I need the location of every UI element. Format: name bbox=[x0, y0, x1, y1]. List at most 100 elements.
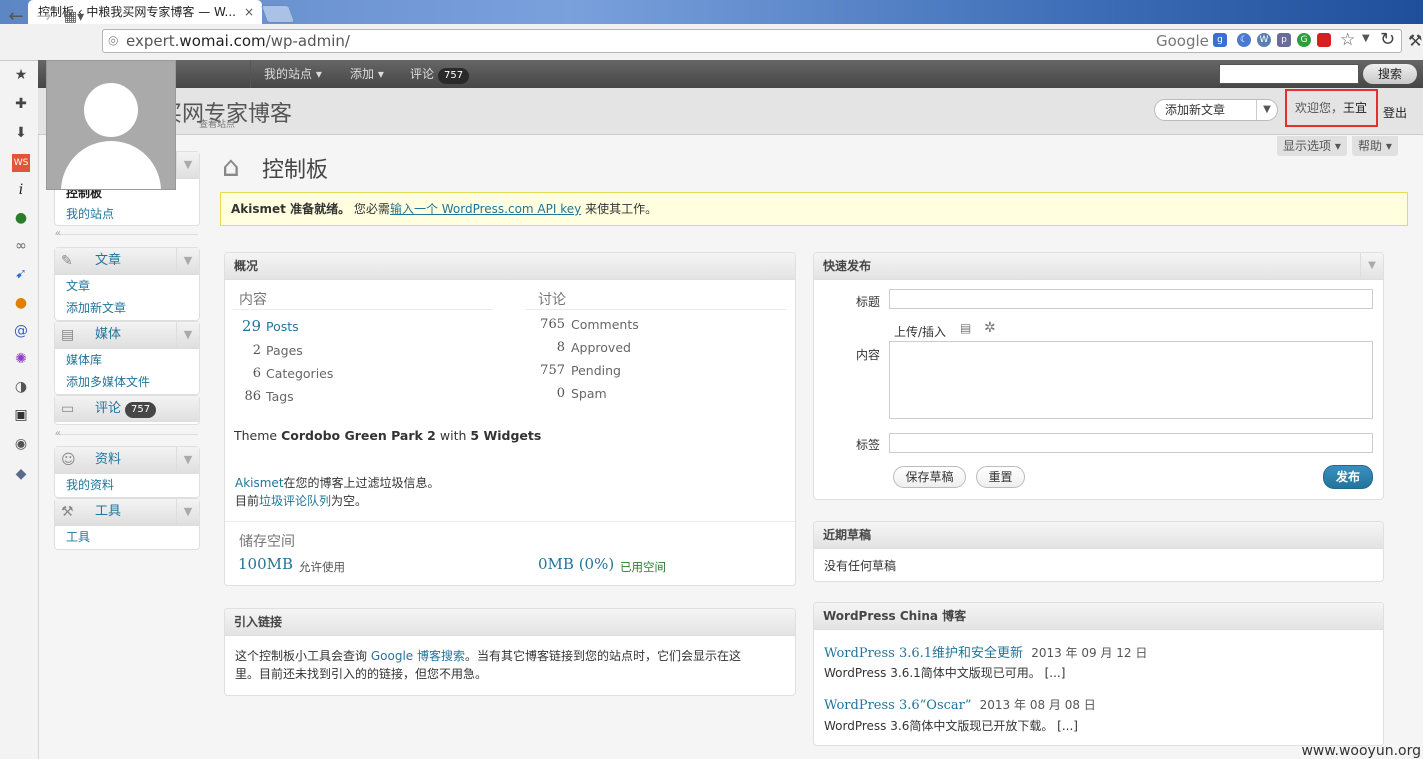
help-tab[interactable]: 帮助 ▾ bbox=[1352, 136, 1398, 156]
virus-icon[interactable]: ✺ bbox=[12, 350, 30, 368]
flag-icon[interactable] bbox=[1317, 33, 1331, 47]
url-text[interactable]: expert.womai.com/wp-admin/ bbox=[126, 29, 350, 53]
forward-icon[interactable]: → bbox=[33, 6, 55, 27]
incoming-links-title[interactable]: 引入链接 bbox=[225, 609, 795, 636]
title-input[interactable] bbox=[889, 289, 1373, 309]
approved-label[interactable]: Approved bbox=[571, 340, 631, 355]
adminbar-comments[interactable]: 评论 757 bbox=[410, 60, 470, 88]
quick-press-title[interactable]: 快速发布 ▼ bbox=[814, 253, 1383, 280]
menu-comments[interactable]: ▭ 评论 757 bbox=[55, 396, 199, 422]
tags-label[interactable]: Tags bbox=[266, 389, 294, 404]
menu-item-library[interactable]: 媒体库 bbox=[55, 349, 199, 371]
menu-dropdown-icon[interactable]: ▼ bbox=[1362, 33, 1370, 44]
menu-item-my-sites[interactable]: 我的站点 bbox=[55, 203, 199, 225]
page-info-icon[interactable]: ◎ bbox=[108, 33, 118, 47]
add-media-icon[interactable]: ▤ bbox=[960, 321, 971, 335]
settings-wrench-icon[interactable]: ⚒ bbox=[1408, 31, 1422, 50]
menu-tools[interactable]: ⚒ 工具 ▼ bbox=[55, 499, 199, 526]
content-textarea[interactable] bbox=[889, 341, 1373, 419]
storage-total[interactable]: 100MB bbox=[238, 555, 293, 573]
pending-count[interactable]: 757 bbox=[525, 363, 565, 378]
posts-count[interactable]: 29 bbox=[225, 317, 261, 335]
pages-count[interactable]: 2 bbox=[225, 343, 261, 358]
menu-item-add-media[interactable]: 添加多媒体文件 bbox=[55, 371, 199, 393]
back-icon[interactable]: ← bbox=[5, 6, 27, 27]
warning-icon[interactable]: ● bbox=[12, 294, 30, 312]
tags-input[interactable] bbox=[889, 433, 1373, 453]
php-icon[interactable]: p bbox=[1277, 33, 1291, 47]
menu-posts[interactable]: ✎ 文章 ▼ bbox=[55, 248, 199, 275]
theme-name[interactable]: Cordobo Green Park 2 bbox=[281, 428, 436, 443]
api-key-link[interactable]: 输入一个 WordPress.com API key bbox=[390, 202, 581, 216]
tab-close-icon[interactable]: × bbox=[244, 0, 254, 24]
collapse-arrow-icon[interactable]: « bbox=[55, 228, 61, 239]
favorite-actions-select[interactable]: 添加新文章 ▼ bbox=[1154, 99, 1278, 121]
menu-item-my-profile[interactable]: 我的资料 bbox=[55, 474, 199, 496]
link-icon[interactable]: ∞ bbox=[12, 237, 30, 255]
chevron-down-icon[interactable]: ▼ bbox=[176, 152, 199, 178]
reload-icon[interactable]: ↻ bbox=[1380, 29, 1395, 50]
green-ball-icon[interactable]: ● bbox=[12, 209, 30, 227]
info-icon[interactable]: i bbox=[12, 181, 30, 199]
wp-china-title[interactable]: WordPress China 博客 bbox=[814, 603, 1383, 630]
chevron-down-icon[interactable]: ▼ bbox=[176, 248, 199, 274]
tags-count[interactable]: 86 bbox=[225, 389, 261, 404]
publish-button[interactable]: 发布 bbox=[1323, 465, 1373, 489]
approved-count[interactable]: 8 bbox=[525, 340, 565, 355]
qr-icon[interactable]: ▣ bbox=[12, 406, 30, 424]
chevron-down-icon[interactable]: ▼ bbox=[176, 322, 199, 348]
save-draft-button[interactable]: 保存草稿 bbox=[893, 466, 966, 488]
adminbar-my-sites[interactable]: 我的站点 ▾ bbox=[264, 60, 322, 88]
spam-queue-link[interactable]: 垃圾评论队列 bbox=[259, 494, 331, 508]
download-icon[interactable]: ⬇ bbox=[12, 124, 30, 142]
pages-label[interactable]: Pages bbox=[266, 343, 303, 358]
adminbar-search-input[interactable] bbox=[1219, 64, 1359, 84]
right-now-title[interactable]: 概况 bbox=[225, 253, 795, 280]
menu-item-posts[interactable]: 文章 bbox=[55, 275, 199, 297]
view-site-link[interactable]: 查看站点 bbox=[199, 117, 235, 130]
comments-label[interactable]: Comments bbox=[571, 317, 639, 332]
akismet-link[interactable]: Akismet bbox=[235, 476, 284, 490]
refresh-green-icon[interactable]: G bbox=[1297, 33, 1311, 47]
star-icon[interactable]: ★ bbox=[12, 66, 30, 84]
bookmark-star-icon[interactable]: ☆ bbox=[1340, 30, 1355, 50]
categories-count[interactable]: 6 bbox=[225, 366, 261, 381]
menu-item-add-post[interactable]: 添加新文章 bbox=[55, 297, 199, 319]
menu-media[interactable]: ▤ 媒体 ▼ bbox=[55, 322, 199, 349]
spam-label[interactable]: Spam bbox=[571, 386, 607, 401]
menu-item-tools[interactable]: 工具 bbox=[55, 526, 199, 548]
pending-label[interactable]: Pending bbox=[571, 363, 621, 378]
google-icon[interactable]: g bbox=[1213, 33, 1227, 47]
menu-profile[interactable]: ☺ 资料 ▼ bbox=[55, 447, 199, 474]
add-gallery-icon[interactable]: ✲ bbox=[984, 320, 996, 336]
spam-count[interactable]: 0 bbox=[525, 386, 565, 401]
moon-icon[interactable]: ☾ bbox=[1237, 33, 1251, 47]
palette-icon[interactable]: ◑ bbox=[12, 378, 30, 396]
chevron-down-icon[interactable]: ▼ bbox=[1256, 100, 1277, 120]
ws-icon[interactable]: WS bbox=[12, 154, 30, 172]
comments-count[interactable]: 765 bbox=[525, 317, 565, 332]
puzzle-icon[interactable]: ✚ bbox=[12, 95, 30, 113]
news-link[interactable]: WordPress 3.6“Oscar” bbox=[824, 698, 972, 713]
swirl-icon[interactable]: @ bbox=[12, 322, 30, 340]
wordpress-icon[interactable]: W bbox=[1257, 33, 1271, 47]
screen-options-tab[interactable]: 显示选项 ▾ bbox=[1277, 136, 1347, 156]
widgets-link[interactable]: 5 Widgets bbox=[470, 428, 541, 443]
google-blog-search-link[interactable]: Google 博客搜索 bbox=[371, 649, 465, 663]
globe-icon[interactable]: ◉ bbox=[12, 435, 30, 453]
chevron-down-icon[interactable]: ▼ bbox=[176, 447, 199, 473]
pointer-icon[interactable]: ➹ bbox=[12, 265, 30, 283]
user-name-link[interactable]: 王宜 bbox=[1343, 101, 1367, 115]
posts-label[interactable]: Posts bbox=[266, 319, 299, 334]
recent-drafts-title[interactable]: 近期草稿 bbox=[814, 522, 1383, 549]
storage-used[interactable]: 0MB (0%) bbox=[538, 555, 614, 573]
tag-icon[interactable]: ◆ bbox=[12, 465, 30, 483]
chevron-down-icon[interactable]: ▼ bbox=[1360, 253, 1383, 279]
apps-grid-icon[interactable]: ▦▾ bbox=[63, 9, 85, 25]
categories-label[interactable]: Categories bbox=[266, 366, 333, 381]
logout-link[interactable]: 登出 bbox=[1383, 104, 1407, 121]
news-link[interactable]: WordPress 3.6.1维护和安全更新 bbox=[824, 646, 1023, 661]
reset-button[interactable]: 重置 bbox=[976, 466, 1025, 488]
chevron-down-icon[interactable]: ▼ bbox=[176, 499, 199, 525]
collapse-arrow-icon[interactable]: « bbox=[55, 428, 61, 439]
